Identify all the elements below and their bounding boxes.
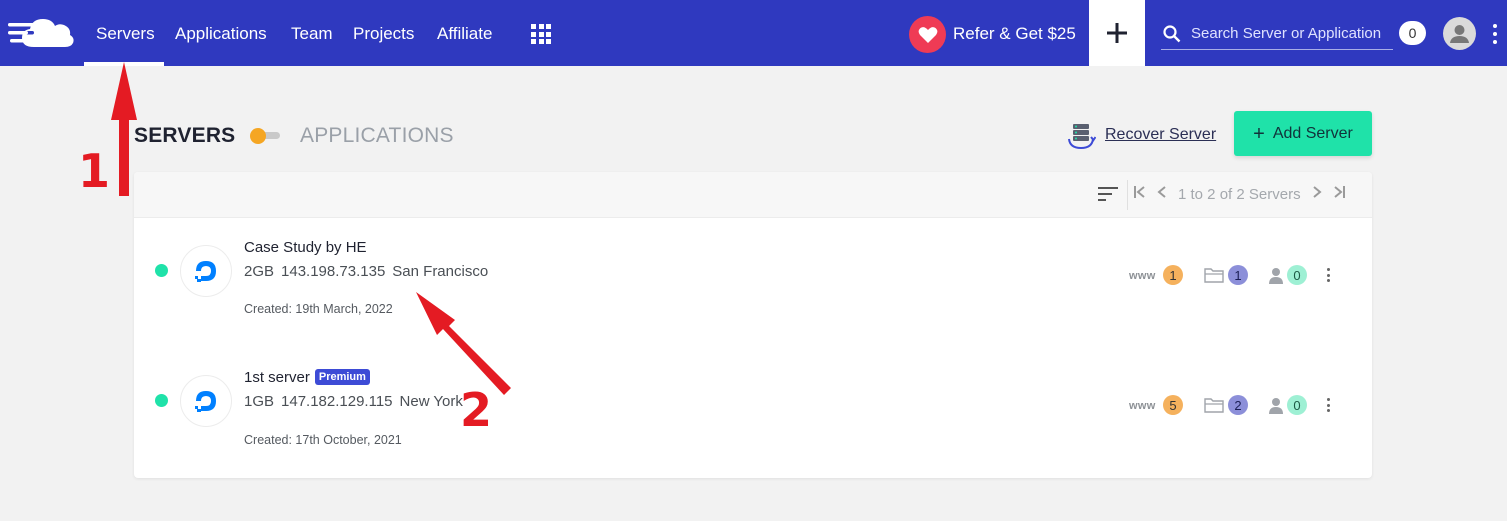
nav-affiliate[interactable]: Affiliate: [437, 24, 492, 44]
annotation-label-1: 1: [78, 144, 111, 198]
status-running-dot: [155, 394, 168, 407]
add-button[interactable]: [1089, 0, 1145, 66]
top-navbar: Servers Applications Team Projects Affil…: [0, 0, 1507, 66]
first-page-icon[interactable]: [1133, 185, 1147, 204]
folder-icon: [1204, 398, 1224, 413]
search-input[interactable]: [1191, 22, 1393, 44]
refer-link[interactable]: Refer & Get $25: [953, 24, 1076, 44]
search-icon[interactable]: [1163, 25, 1181, 43]
sort-icon[interactable]: [1098, 187, 1118, 203]
server-meta: 1GB 147.182.129.115 New York: [244, 393, 470, 410]
server-created: Created: 17th October, 2021: [244, 433, 402, 447]
annotation-label-2: 2: [460, 383, 493, 437]
nav-projects[interactable]: Projects: [353, 24, 414, 44]
servers-applications-toggle[interactable]: [250, 128, 280, 144]
status-running-dot: [155, 264, 168, 277]
more-vertical-icon[interactable]: [1327, 268, 1331, 282]
apps-grid-icon[interactable]: [531, 24, 551, 44]
user-count-badge[interactable]: 0: [1287, 395, 1307, 415]
nav-servers[interactable]: Servers: [96, 24, 155, 44]
folder-icon: [1204, 268, 1224, 283]
avatar-icon[interactable]: [1443, 17, 1476, 50]
folder-count-badge[interactable]: 1: [1228, 265, 1248, 285]
server-row[interactable]: 1st server Premium 1GB 147.182.129.115 New …: [134, 348, 1372, 478]
recover-server-link[interactable]: Recover Server: [1105, 126, 1216, 144]
more-vertical-icon[interactable]: [1492, 24, 1498, 44]
nav-team[interactable]: Team: [291, 24, 333, 44]
add-server-label: Add Server: [1272, 124, 1353, 142]
prev-page-icon[interactable]: [1157, 184, 1167, 204]
www-count-badge[interactable]: 1: [1163, 265, 1183, 285]
server-name[interactable]: Case Study by HE: [244, 239, 367, 256]
server-row[interactable]: Case Study by HE 2GB 143.198.73.135 San Fr…: [134, 218, 1372, 348]
www-count-badge[interactable]: 5: [1163, 395, 1183, 415]
server-name-text[interactable]: Case Study by HE: [244, 239, 367, 256]
header-divider: [1127, 180, 1128, 210]
server-created: Created: 19th March, 2022: [244, 302, 393, 316]
servers-tab-label[interactable]: SERVERS: [134, 124, 235, 148]
premium-badge: Premium: [314, 369, 370, 385]
last-page-icon[interactable]: [1332, 185, 1346, 204]
nav-active-indicator: [84, 62, 164, 66]
heart-icon[interactable]: [909, 16, 946, 53]
folder-count-badge[interactable]: 2: [1228, 395, 1248, 415]
user-count-badge[interactable]: 0: [1287, 265, 1307, 285]
next-page-icon[interactable]: [1312, 184, 1322, 204]
search-box: [1161, 18, 1393, 50]
server-list-card: 1 to 2 of 2 Servers Case Study by HE 2GB…: [134, 172, 1372, 478]
pagination-text: 1 to 2 of 2 Servers: [1178, 186, 1301, 203]
server-location: New York: [399, 393, 463, 410]
applications-tab-label[interactable]: APPLICATIONS: [300, 124, 454, 148]
server-list-header: 1 to 2 of 2 Servers: [134, 172, 1372, 218]
server-name-text[interactable]: 1st server: [244, 369, 310, 386]
add-server-button[interactable]: + Add Server: [1234, 111, 1372, 156]
server-size: 1GB: [244, 393, 275, 410]
server-ip: 143.198.73.135: [281, 263, 386, 280]
notification-count-badge[interactable]: 0: [1399, 21, 1426, 45]
plus-icon: [1107, 23, 1127, 43]
cloudways-logo[interactable]: [8, 14, 76, 52]
user-icon: [1269, 398, 1283, 414]
server-size: 2GB: [244, 263, 275, 280]
www-label: www: [1129, 400, 1156, 412]
server-ip: 147.182.129.115: [281, 393, 393, 410]
recover-server-icon[interactable]: [1066, 122, 1096, 150]
server-name[interactable]: 1st server Premium: [244, 369, 370, 386]
nav-applications[interactable]: Applications: [175, 24, 267, 44]
server-location: San Francisco: [392, 263, 489, 280]
plus-icon: +: [1253, 122, 1265, 145]
digitalocean-icon: [180, 245, 232, 297]
www-label: www: [1129, 270, 1156, 282]
user-icon: [1269, 268, 1283, 284]
more-vertical-icon[interactable]: [1327, 398, 1331, 412]
digitalocean-icon: [180, 375, 232, 427]
server-meta: 2GB 143.198.73.135 San Francisco: [244, 263, 495, 280]
